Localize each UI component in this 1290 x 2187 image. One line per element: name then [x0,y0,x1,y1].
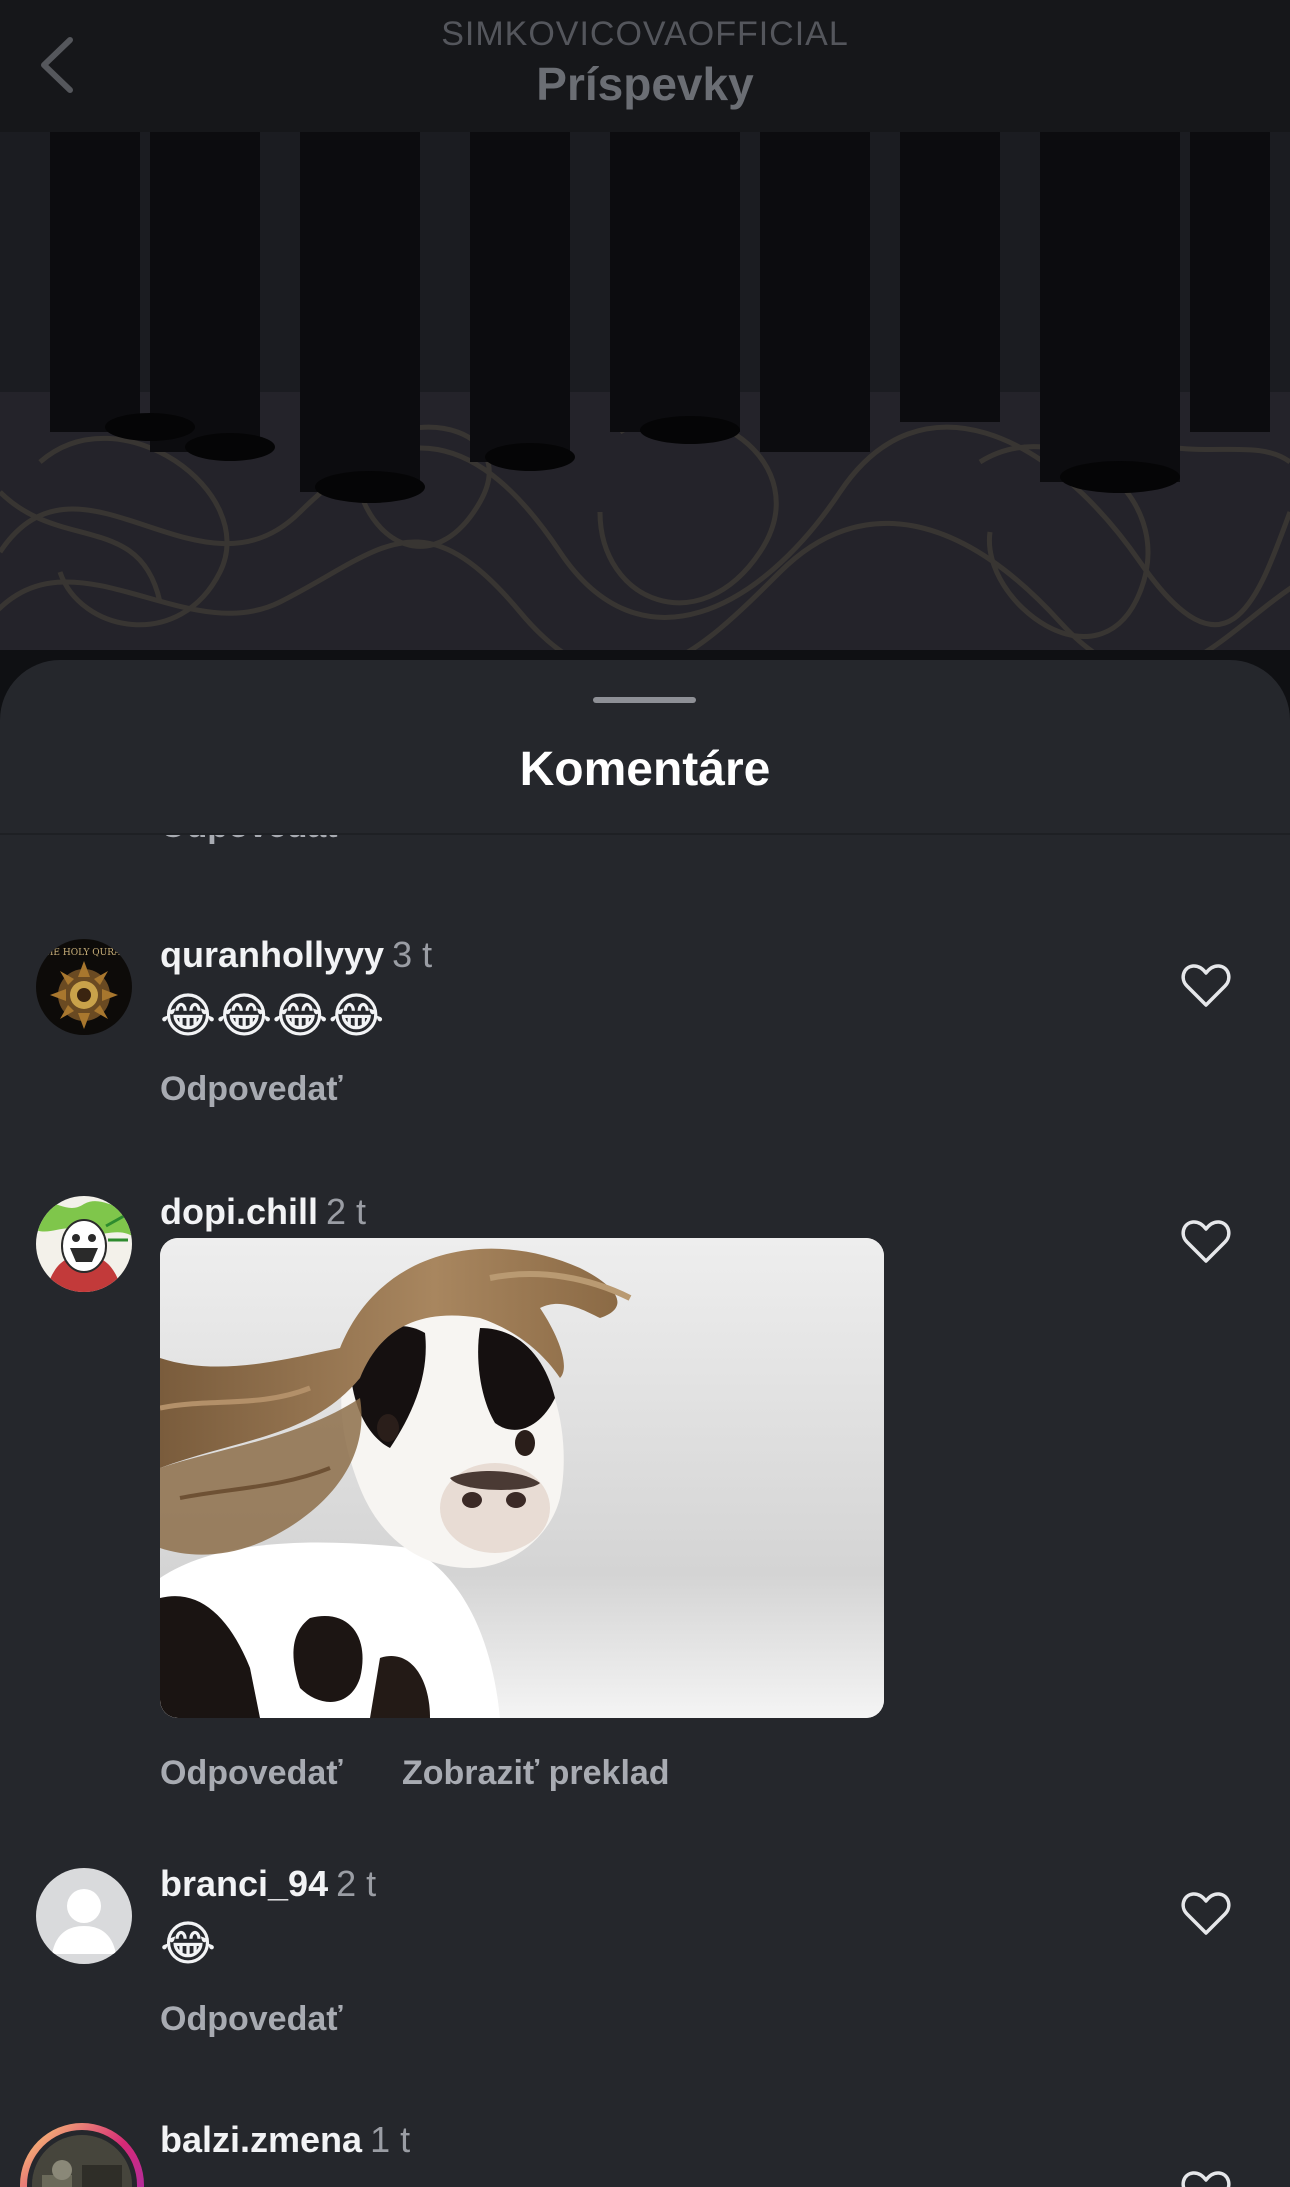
comments-sheet: Komentáre Odpovedať [0,660,1290,2187]
comment-username[interactable]: quranhollyyy 3 t [160,933,432,977]
comment-username[interactable]: dopi.chill 2 t [160,1190,366,1234]
sheet-title: Komentáre [519,743,771,796]
avatar[interactable]: THE HOLY QURAN [36,939,132,1035]
like-button[interactable] [1178,1886,1234,1942]
avatar [27,2130,137,2187]
reply-button[interactable]: Odpovedať [160,835,343,846]
comment-gif[interactable] [160,1238,884,1718]
account-name: SIMKOVICOVAOFFICIAL [441,15,849,53]
reply-button[interactable]: Odpovedať [160,1754,343,1793]
reply-button[interactable]: Odpovedať [160,1070,343,1109]
post-photo [0,132,1290,650]
like-button[interactable] [1178,2165,1234,2187]
comment-text: 😂😂😂😂 [160,990,385,1043]
comment-time: 3 t [392,934,433,975]
comment-time: 1 t [370,2119,411,2160]
heart-outline-icon [1181,1892,1231,1935]
comments-list[interactable]: Odpovedať [0,835,1290,2187]
comment-username[interactable]: balzi.zmena 1 t [160,2118,410,2162]
comment-text: 😂 [160,1918,217,1971]
username-text: dopi.chill [160,1191,318,1232]
heart-outline-icon [1181,964,1231,1007]
top-bar: SIMKOVICOVAOFFICIAL Príspevky [0,0,1290,132]
avatar-text: THE HOLY QURAN [40,948,129,958]
avatar-story-ring[interactable] [20,2123,144,2187]
heart-outline-icon [1181,2171,1231,2187]
page-title: Príspevky [536,58,754,110]
like-button[interactable] [1178,1214,1234,1270]
avatar[interactable] [36,1196,132,1292]
reply-button[interactable]: Odpovedať [160,2000,343,2039]
username-text: quranhollyyy [160,934,385,975]
like-button[interactable] [1178,958,1234,1014]
comment-time: 2 t [326,1191,367,1232]
comment-time: 2 t [336,1863,377,1904]
avatar[interactable] [36,1868,132,1964]
header-titles: SIMKOVICOVAOFFICIAL Príspevky [0,12,1290,112]
username-text: balzi.zmena [160,2119,363,2160]
username-text: branci_94 [160,1863,329,1904]
see-translation-button[interactable]: Zobraziť preklad [402,1754,670,1793]
sheet-grabber[interactable] [593,697,696,703]
heart-outline-icon [1181,1220,1231,1263]
comment-username[interactable]: branci_94 2 t [160,1862,376,1906]
